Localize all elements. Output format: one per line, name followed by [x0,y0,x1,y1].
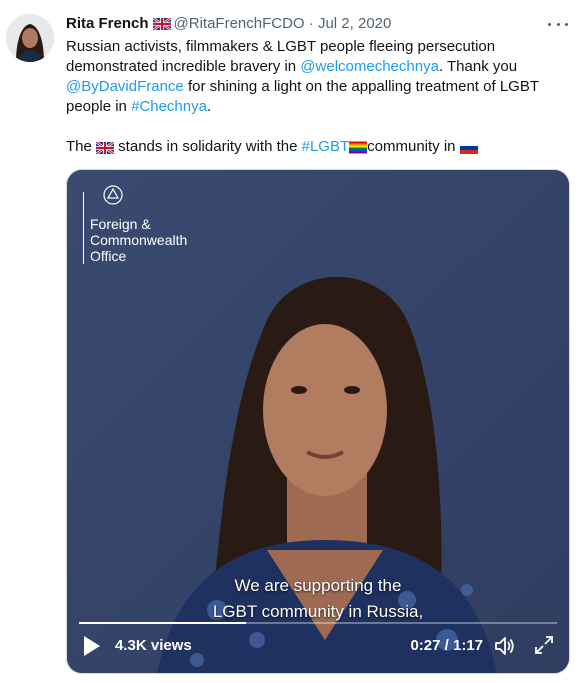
video-player[interactable]: Foreign & Commonwealth Office We are sup… [66,169,570,674]
video-time: 0:27 / 1:17 [410,637,483,654]
view-count: 4.3K views [115,637,192,654]
fco-logo-line: Office [90,248,127,264]
fco-logo-line: Foreign & [90,216,151,232]
tweet-header: Rita French @RitaFrenchFCDO · Jul 2, 2020 [66,14,564,34]
fco-logo: Foreign & Commonwealth Office [83,185,188,264]
tweet-text-part: . Thank you [438,58,518,75]
volume-icon[interactable] [493,634,517,658]
author-name[interactable]: Rita French [66,15,149,32]
play-icon[interactable] [83,635,101,657]
uk-flag-icon [95,140,115,160]
tweet-text-part: . [206,98,212,115]
video-controls: 4.3K views 0:27 / 1:17 [67,623,569,673]
tweet-date[interactable]: Jul 2, 2020 [318,15,391,32]
crest-icon [103,185,123,205]
author-handle[interactable]: @RitaFrenchFCDO [174,15,305,32]
russia-flag-icon [459,140,478,160]
rainbow-flag-icon [349,140,368,160]
header-separator: · [308,15,314,32]
video-subtitle-line-1: We are supporting the [234,576,402,595]
mention-welcomechechnya[interactable]: @welcomechechnya [300,58,439,75]
mention-bydavidfrance[interactable]: @ByDavidFrance [66,78,184,95]
avatar[interactable] [6,14,54,62]
tweet-text-part: community in [367,138,460,155]
tweet-text: Russian activists, filmmakers & LGBT peo… [66,37,566,160]
fullscreen-icon[interactable] [533,634,555,656]
hashtag-lgbt[interactable]: #LGBT [302,138,350,155]
tweet-text-part: The [66,138,97,155]
fco-logo-line: Commonwealth [90,232,188,248]
more-icon[interactable] [548,14,568,34]
video-subtitle-line-2: LGBT community in Russia, [212,602,424,621]
tweet-text-part: stands in solidarity with the [114,138,302,155]
uk-flag-icon [151,16,172,36]
hashtag-chechnya[interactable]: #Chechnya [131,98,207,115]
